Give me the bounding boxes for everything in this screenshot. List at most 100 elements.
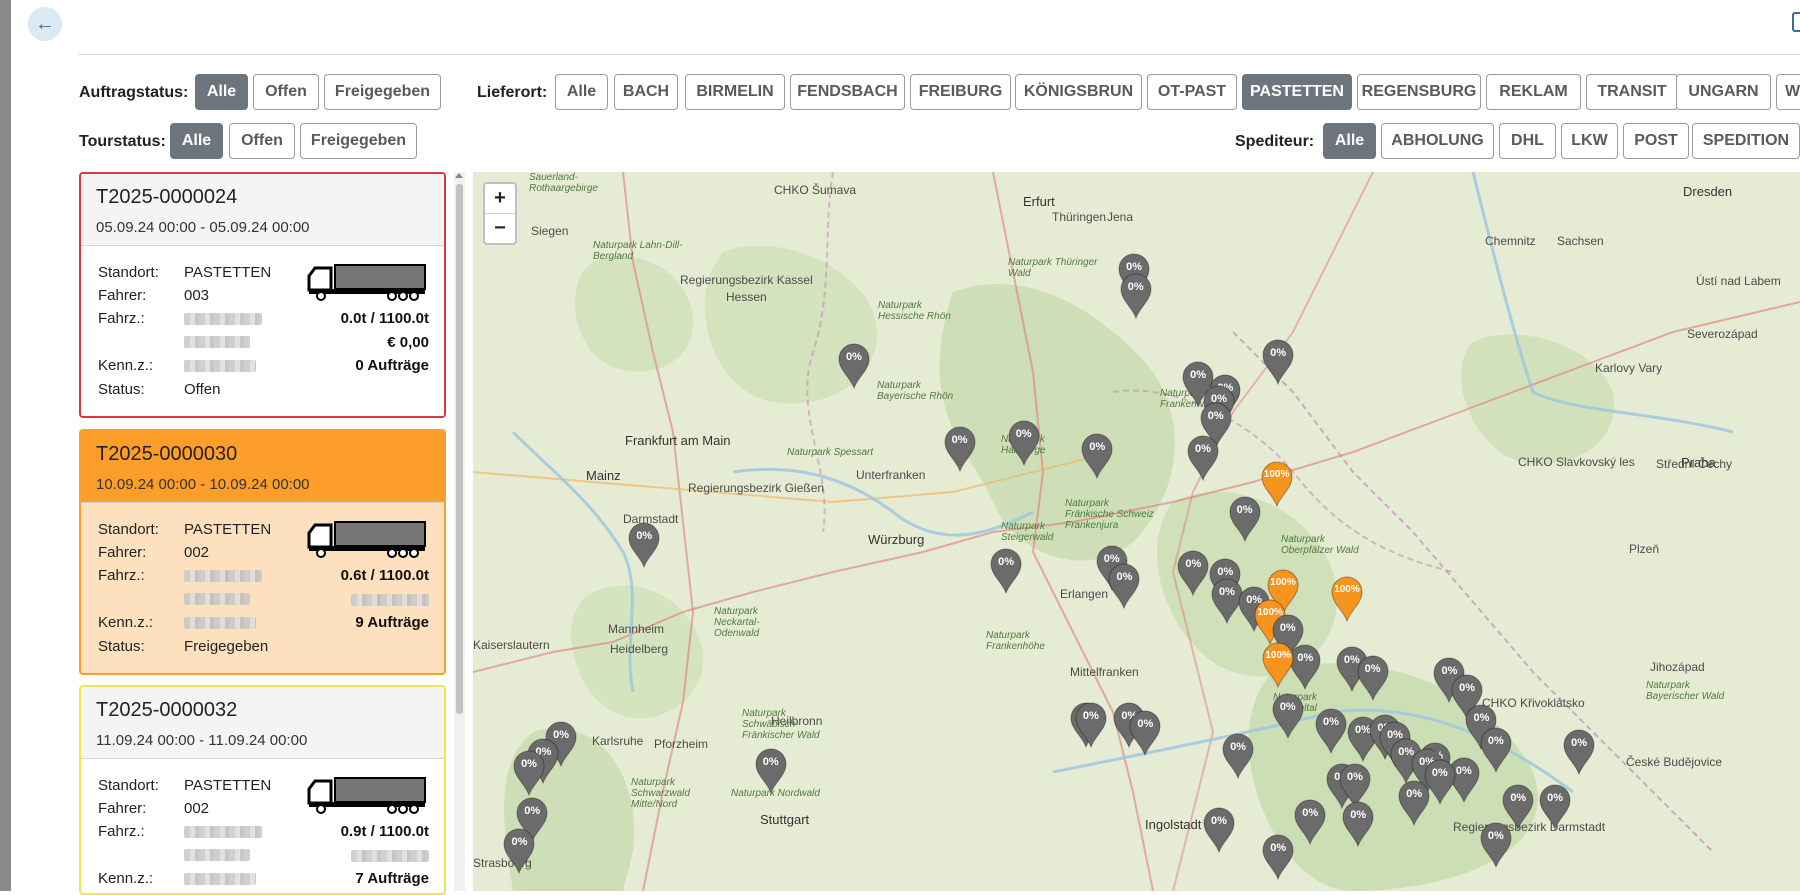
map-marker-label: 0%: [1279, 622, 1296, 635]
map-marker[interactable]: 0%: [512, 750, 546, 797]
map-marker[interactable]: 0%: [1119, 273, 1153, 319]
tour-card[interactable]: T2025-0000030 10.09.24 00:00 - 10.09.24 …: [79, 429, 446, 675]
map-marker[interactable]: 0%: [1074, 702, 1108, 748]
spediteur-chip-spedition[interactable]: SPEDITION: [1692, 123, 1800, 159]
lieferort-chip-reklam[interactable]: REKLAM: [1486, 74, 1581, 110]
map-marker[interactable]: 0%: [1107, 563, 1141, 609]
map-marker[interactable]: 0%: [1479, 727, 1513, 773]
lieferort-chip-freiburg[interactable]: FREIBURG: [910, 74, 1011, 110]
lieferort-chip-ot-past[interactable]: OT-PAST: [1147, 74, 1237, 110]
map-place-label: Jena: [1107, 210, 1134, 224]
map-marker[interactable]: 0%: [1293, 799, 1327, 845]
map-marker[interactable]: 0%: [1221, 733, 1255, 780]
lieferort-chip-regensburg[interactable]: REGENSBURG: [1357, 74, 1481, 110]
map-pin-icon: [1222, 733, 1254, 780]
map-marker-label: 0%: [1194, 443, 1211, 456]
lieferort-chip-koenigsbrun[interactable]: KÖNIGSBRUN: [1015, 74, 1142, 110]
map-marker[interactable]: 0%: [1423, 759, 1457, 805]
tour-card[interactable]: T2025-0000032 11.09.24 00:00 - 11.09.24 …: [79, 685, 446, 895]
map-marker[interactable]: 0%: [1479, 822, 1513, 868]
tour-card[interactable]: T2025-0000024 05.09.24 00:00 - 05.09.24 …: [79, 172, 446, 418]
map-marker-label: 0%: [998, 555, 1014, 568]
map-marker[interactable]: 0%: [1080, 433, 1114, 479]
truck-icon: [307, 777, 426, 814]
map-marker[interactable]: 0%: [1261, 834, 1295, 881]
map-marker[interactable]: 0%: [1271, 693, 1305, 740]
scrollbar-thumb[interactable]: [456, 184, 463, 714]
tourstatus-chip-freigegeben[interactable]: Freigegeben: [300, 123, 417, 159]
tour-card-header: T2025-0000024 05.09.24 00:00 - 05.09.24 …: [81, 174, 444, 246]
map-park-label: Naturpark Steigerwald: [1001, 521, 1054, 543]
fahrz-label: Fahrz.:: [98, 310, 145, 327]
map-marker-label: 0%: [846, 351, 862, 364]
lieferort-chip-transit[interactable]: TRANSIT: [1586, 74, 1678, 110]
map-marker[interactable]: 0%: [1356, 655, 1390, 701]
tour-list-scrollbar[interactable]: [454, 172, 465, 891]
map-marker[interactable]: 0%: [754, 748, 788, 795]
map-marker[interactable]: 0%: [1562, 729, 1596, 776]
map-marker[interactable]: 0%: [1538, 784, 1572, 830]
map-place-label: Stuttgart: [760, 812, 810, 827]
fahrzeug-redacted-2: [184, 336, 250, 348]
standort-label: Standort:: [98, 521, 159, 538]
map-pin-icon: [1272, 693, 1304, 740]
map-marker[interactable]: 0%: [1128, 710, 1162, 757]
map-park-label: Naturpark Frankenhöhe: [986, 630, 1045, 652]
back-arrow-icon[interactable]: ←: [28, 7, 62, 41]
tourstatus-chip-alle[interactable]: Alle: [170, 123, 223, 159]
spediteur-chip-post[interactable]: POST: [1623, 123, 1689, 159]
kennzeichen-redacted: [184, 873, 256, 885]
zoom-in-button[interactable]: +: [485, 184, 515, 214]
lieferort-chip-pastetten[interactable]: PASTETTEN: [1242, 74, 1352, 110]
map-marker[interactable]: 0%: [1186, 435, 1220, 482]
lieferort-chip-w[interactable]: W: [1776, 74, 1800, 110]
map-marker-label: 0%: [1487, 734, 1504, 747]
tour-date: 10.09.24 00:00 - 10.09.24 00:00: [96, 476, 310, 493]
lieferort-chip-fendsbach[interactable]: FENDSBACH: [790, 74, 905, 110]
lieferort-chip-alle[interactable]: Alle: [555, 74, 608, 110]
map-marker[interactable]: 0%: [943, 426, 977, 473]
map-marker[interactable]: 0%: [1228, 496, 1262, 542]
lieferort-chip-birmelin[interactable]: BIRMELIN: [685, 74, 785, 110]
fahrer-label: Fahrer:: [98, 287, 147, 304]
map-marker[interactable]: 0%: [837, 343, 871, 390]
map-marker[interactable]: 100%: [1330, 576, 1364, 622]
zoom-out-button[interactable]: −: [485, 214, 515, 243]
auftragstatus-chip-freigegeben[interactable]: Freigegeben: [324, 74, 441, 110]
map-marker[interactable]: 0%: [1176, 550, 1210, 596]
lieferort-chip-bach[interactable]: BACH: [614, 74, 678, 110]
map-marker[interactable]: 0%: [1007, 420, 1041, 466]
lieferort-chip-ungarn[interactable]: UNGARN: [1676, 74, 1771, 110]
map-marker[interactable]: 100%: [1261, 642, 1295, 688]
status-value: Freigegeben: [184, 638, 269, 655]
tourstatus-chip-offen[interactable]: Offen: [229, 123, 295, 159]
panel-toggle-icon[interactable]: [1792, 12, 1800, 32]
tour-card-header: T2025-0000030 10.09.24 00:00 - 10.09.24 …: [81, 431, 444, 503]
map-marker[interactable]: 0%: [627, 522, 661, 568]
map-marker-label: 0%: [1137, 718, 1154, 731]
map-marker-label: 0%: [1015, 427, 1032, 440]
map-marker[interactable]: 0%: [1314, 708, 1348, 754]
tour-map[interactable]: Dresden Erfurt Thüringen Jena Chemnitz Sachse…: [473, 172, 1800, 891]
lieferort-label: Lieferort:: [477, 84, 548, 101]
map-place-label: Thüringen: [1052, 210, 1107, 224]
spediteur-chip-alle[interactable]: Alle: [1323, 123, 1376, 159]
spediteur-chip-dhl[interactable]: DHL: [1499, 123, 1556, 159]
map-marker[interactable]: 0%: [1202, 807, 1236, 854]
map-pin-icon: [513, 750, 545, 797]
map-place-label: Mainz: [586, 468, 621, 483]
map-marker[interactable]: 0%: [1261, 339, 1295, 385]
truck-icon: [307, 264, 426, 301]
map-place-label: Hessen: [726, 290, 767, 304]
scroll-up-icon[interactable]: [455, 173, 463, 178]
map-marker[interactable]: 0%: [989, 548, 1023, 594]
auftragstatus-chip-offen[interactable]: Offen: [253, 74, 319, 110]
standort-label: Standort:: [98, 264, 159, 281]
spediteur-chip-lkw[interactable]: LKW: [1561, 123, 1618, 159]
kennzeichen-redacted: [184, 617, 256, 629]
map-marker[interactable]: 0%: [502, 828, 536, 875]
auftragstatus-chip-alle[interactable]: Alle: [195, 74, 248, 110]
spediteur-chip-abholung[interactable]: ABHOLUNG: [1381, 123, 1494, 159]
map-marker[interactable]: 0%: [1341, 801, 1375, 847]
map-marker[interactable]: 100%: [1260, 461, 1294, 508]
